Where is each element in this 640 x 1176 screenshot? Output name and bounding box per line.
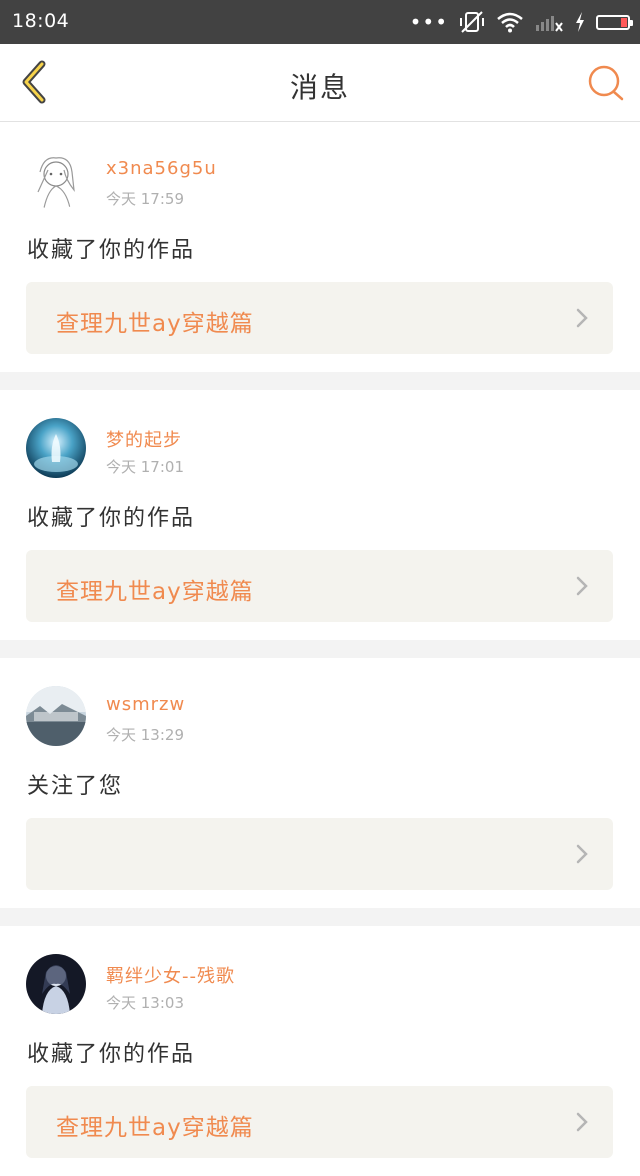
status-bar: 18:04 ••• bbox=[0, 0, 640, 44]
user-avatar[interactable] bbox=[26, 686, 86, 746]
chevron-right-icon bbox=[576, 844, 588, 864]
action-text: 收藏了你的作品 bbox=[27, 1042, 196, 1067]
user-avatar[interactable] bbox=[26, 418, 86, 478]
username[interactable]: 梦的起步 bbox=[106, 426, 182, 452]
more-dots-icon: ••• bbox=[409, 10, 448, 34]
message-user-row: 羁绊少女--残歌 今天 13:03 bbox=[0, 926, 640, 1022]
username[interactable]: wsmrzw bbox=[106, 694, 185, 715]
work-title: 查理九世ay穿越篇 bbox=[56, 579, 254, 605]
action-text: 关注了您 bbox=[27, 774, 124, 799]
message-user-row: 梦的起步 今天 17:01 bbox=[0, 390, 640, 486]
chevron-right-icon bbox=[576, 1112, 588, 1132]
work-title: 查理九世ay穿越篇 bbox=[56, 311, 254, 337]
message-user-row: wsmrzw 今天 13:29 bbox=[0, 658, 640, 754]
message-item: wsmrzw 今天 13:29 关注了您 bbox=[0, 658, 640, 908]
section-divider bbox=[0, 908, 640, 926]
chevron-right-icon bbox=[576, 308, 588, 328]
status-icons: ••• bbox=[409, 8, 633, 36]
message-time: 今天 17:01 bbox=[106, 458, 184, 476]
status-time: 18:04 bbox=[12, 10, 70, 32]
message-item: x3na56g5u 今天 17:59 收藏了你的作品 查理九世ay穿越篇 bbox=[0, 122, 640, 372]
message-list: x3na56g5u 今天 17:59 收藏了你的作品 查理九世ay穿越篇 梦的起… bbox=[0, 122, 640, 1176]
section-divider bbox=[0, 372, 640, 390]
cellular-no-signal-icon bbox=[536, 16, 563, 32]
wifi-icon bbox=[497, 12, 523, 33]
charging-icon bbox=[576, 12, 584, 32]
user-avatar[interactable] bbox=[26, 954, 86, 1014]
chevron-right-icon bbox=[576, 576, 588, 596]
message-item: 梦的起步 今天 17:01 收藏了你的作品 查理九世ay穿越篇 bbox=[0, 390, 640, 640]
section-divider bbox=[0, 640, 640, 658]
vibrate-off-icon bbox=[460, 11, 484, 33]
work-link[interactable]: 查理九世ay穿越篇 bbox=[26, 550, 613, 622]
battery-icon bbox=[596, 14, 633, 30]
work-link[interactable]: 查理九世ay穿越篇 bbox=[26, 1086, 613, 1158]
message-time: 今天 17:59 bbox=[106, 190, 184, 208]
page-title: 消息 bbox=[289, 71, 350, 104]
app-header: 消息 bbox=[0, 44, 640, 122]
message-user-row: x3na56g5u 今天 17:59 bbox=[0, 122, 640, 218]
search-icon[interactable] bbox=[586, 63, 626, 103]
username[interactable]: 羁绊少女--残歌 bbox=[106, 962, 235, 988]
message-time: 今天 13:29 bbox=[106, 726, 184, 744]
message-item: 羁绊少女--残歌 今天 13:03 收藏了你的作品 查理九世ay穿越篇 bbox=[0, 926, 640, 1176]
user-avatar[interactable] bbox=[26, 150, 86, 210]
username[interactable]: x3na56g5u bbox=[106, 158, 217, 179]
action-text: 收藏了你的作品 bbox=[27, 506, 196, 531]
work-title: 查理九世ay穿越篇 bbox=[56, 1115, 254, 1141]
work-link[interactable] bbox=[26, 818, 613, 890]
work-link[interactable]: 查理九世ay穿越篇 bbox=[26, 282, 613, 354]
message-time: 今天 13:03 bbox=[106, 994, 184, 1012]
action-text: 收藏了你的作品 bbox=[27, 238, 196, 263]
battery-level bbox=[621, 17, 627, 27]
